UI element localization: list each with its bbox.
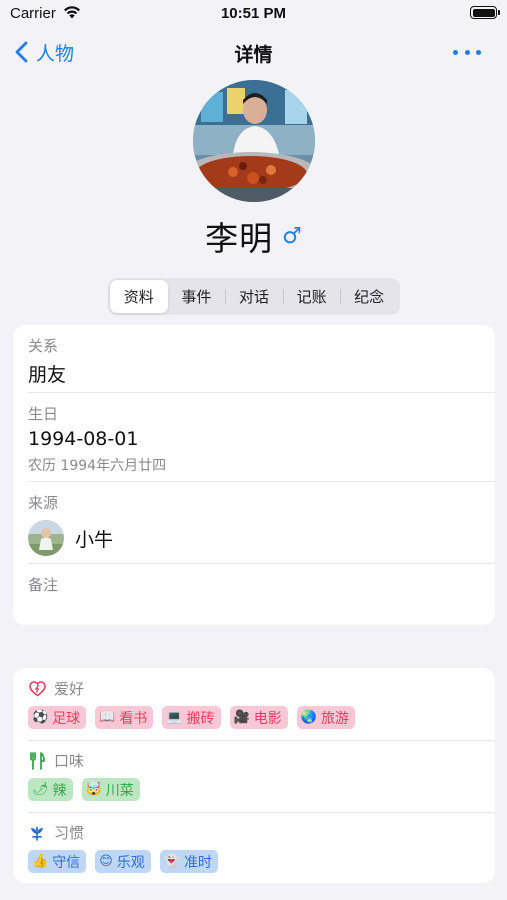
laptop-icon: 💻 <box>166 710 183 725</box>
tab-accounting[interactable]: 记账 <box>282 280 341 313</box>
birthday-row[interactable]: 生日 1994-08-01 农历 1994年六月廿四 <box>13 403 495 475</box>
habits-label: 习惯 <box>54 824 85 842</box>
avatar-photo <box>193 80 315 202</box>
hobby-tag[interactable]: ⚽ 足球 <box>28 706 87 729</box>
divider <box>28 392 495 393</box>
navigation-bar: 人物 详情 <box>0 28 507 76</box>
chili-pepper-icon: 🌶 <box>32 782 49 797</box>
tag-label: 电影 <box>253 710 282 727</box>
source-avatar <box>28 520 64 556</box>
tab-profile[interactable]: 资料 <box>110 280 168 313</box>
tab-events[interactable]: 事件 <box>168 280 226 313</box>
habit-tag[interactable]: 😊 乐观 <box>95 850 151 873</box>
birthday-value: 1994-08-01 <box>28 428 139 450</box>
fork-knife-icon <box>28 751 46 770</box>
source-contact[interactable]: 小牛 <box>28 520 495 556</box>
tag-label: 辣 <box>52 782 67 799</box>
taste-tag[interactable]: 🤯 川菜 <box>81 778 140 801</box>
page-title: 详情 <box>234 44 273 66</box>
status-bar: Carrier 10:51 PM <box>0 0 507 28</box>
book-icon: 📖 <box>99 710 116 725</box>
hobbies-section[interactable]: 爱好 ⚽ 足球 📖 看书 💻 搬砖 🎥 电影 🌏 旅游 <box>13 678 495 729</box>
movie-camera-icon: 🎥 <box>233 710 250 725</box>
battery-icon <box>470 6 500 19</box>
thumbs-up-icon: 👍 <box>32 854 49 869</box>
hobby-tag[interactable]: 🌏 旅游 <box>296 706 355 729</box>
profile-name-row: 李明 ♂ <box>0 212 507 258</box>
more-dot-icon <box>464 49 470 55</box>
hobby-tag[interactable]: 🎥 电影 <box>229 706 288 729</box>
tag-label: 足球 <box>52 710 81 727</box>
soccer-ball-icon: ⚽ <box>32 710 49 725</box>
habit-tag[interactable]: 👍 守信 <box>28 850 87 873</box>
divider <box>28 812 495 813</box>
tag-label: 准时 <box>183 854 212 871</box>
source-label: 来源 <box>28 494 59 512</box>
profile-name: 李明 <box>205 219 274 258</box>
tab-anniversaries[interactable]: 纪念 <box>340 280 398 313</box>
male-icon: ♂ <box>282 223 302 249</box>
tastes-label: 口味 <box>54 752 85 770</box>
ghost-icon: 👻 <box>163 854 180 869</box>
tag-label: 搬砖 <box>186 710 215 727</box>
notes-row[interactable]: 备注 <box>13 574 495 599</box>
flower-icon <box>28 824 46 842</box>
hobby-tag[interactable]: 💻 搬砖 <box>162 706 221 729</box>
tags-card: 爱好 ⚽足球 📖看书 💻搬砖 🎥电影 🌏旅游 口味 🌶辣 🤯川菜 <box>13 668 495 883</box>
tag-label: 看书 <box>119 710 148 727</box>
relation-row[interactable]: 关系 朋友 <box>13 335 495 387</box>
hobby-tag[interactable]: 📖 看书 <box>95 706 154 729</box>
habits-section[interactable]: 习惯 👍 守信 😊 乐观 👻 准时 <box>13 822 495 873</box>
more-dot-icon <box>453 49 458 55</box>
profile-avatar[interactable] <box>193 80 315 202</box>
notes-label: 备注 <box>28 576 59 594</box>
relation-value: 朋友 <box>28 364 67 386</box>
lunar-birthday: 农历 1994年六月廿四 <box>28 458 167 474</box>
status-time: 10:51 PM <box>220 5 287 22</box>
info-card: 关系 朋友 生日 1994-08-01 农历 1994年六月廿四 来源 小牛 备… <box>13 325 495 625</box>
divider <box>28 740 495 741</box>
tag-label: 乐观 <box>116 854 145 871</box>
source-name: 小牛 <box>75 528 114 551</box>
smiling-face-icon: 😊 <box>99 854 113 869</box>
tag-label: 守信 <box>52 854 81 871</box>
hobbies-label: 爱好 <box>54 680 85 698</box>
globe-icon: 🌏 <box>300 710 317 725</box>
more-dot-icon <box>476 49 481 55</box>
more-options-button[interactable] <box>453 42 481 62</box>
tastes-section[interactable]: 口味 🌶 辣 🤯 川菜 <box>13 750 495 801</box>
relation-label: 关系 <box>28 337 59 355</box>
divider <box>28 481 495 482</box>
taste-tag[interactable]: 🌶 辣 <box>28 778 73 801</box>
detail-tabs: 资料 事件 对话 记账 纪念 <box>108 278 400 315</box>
habit-tag[interactable]: 👻 准时 <box>159 850 218 873</box>
tab-conversations[interactable]: 对话 <box>225 280 283 313</box>
source-row[interactable]: 来源 小牛 <box>13 492 495 556</box>
divider <box>28 563 495 564</box>
tag-label: 旅游 <box>320 710 349 727</box>
heart-icon <box>28 680 46 698</box>
tag-label: 川菜 <box>105 782 134 799</box>
exploding-head-icon: 🤯 <box>85 782 102 797</box>
birthday-label: 生日 <box>28 405 59 423</box>
